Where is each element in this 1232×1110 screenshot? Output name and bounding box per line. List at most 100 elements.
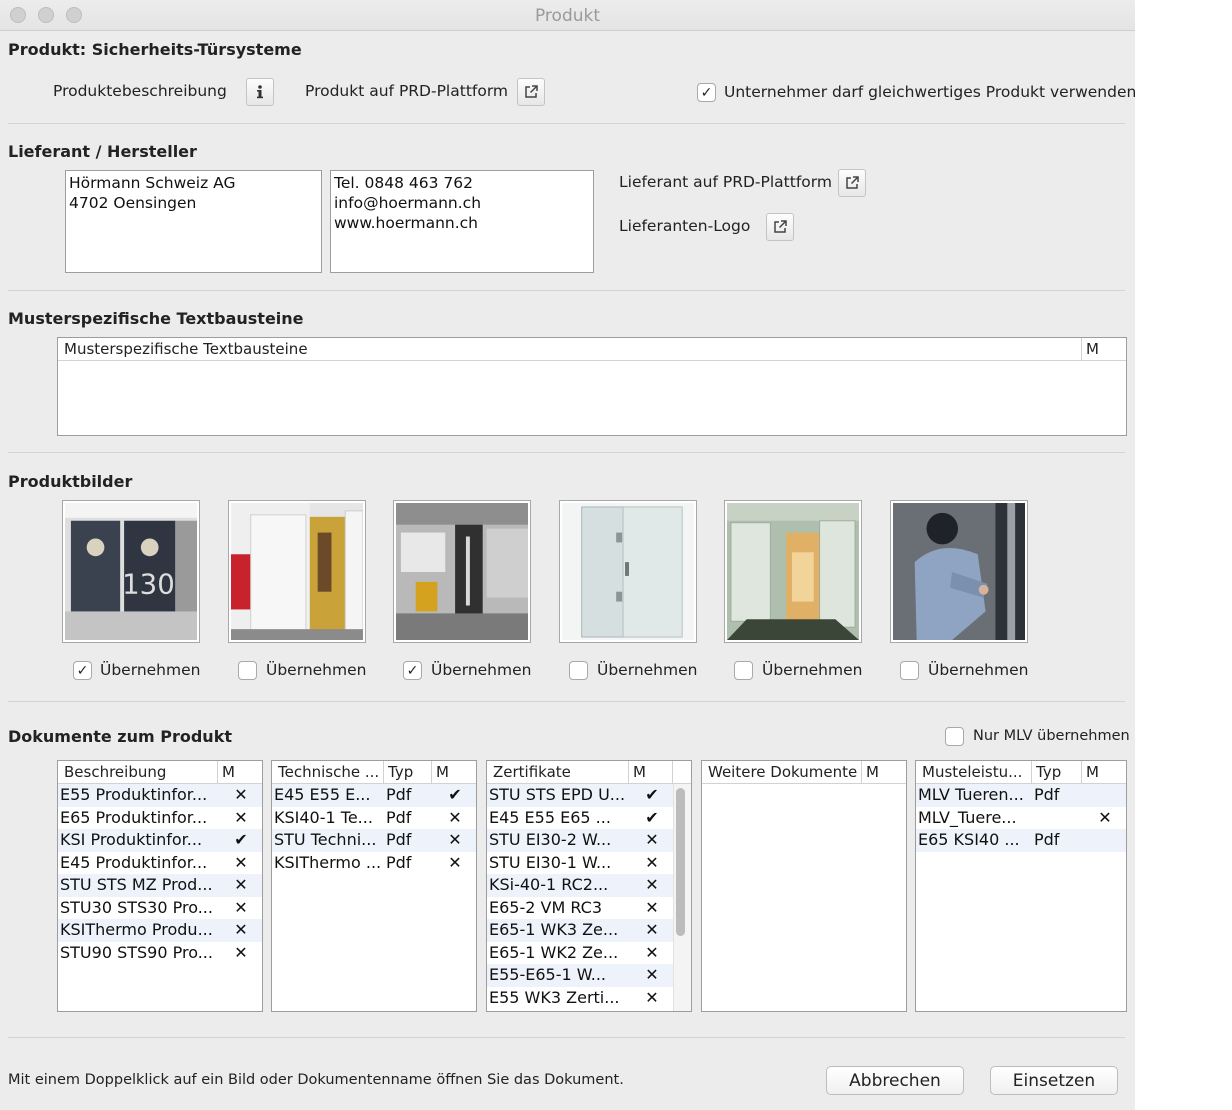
supplier-address-field[interactable]: Hörmann Schweiz AG 4702 Oensingen	[65, 170, 322, 273]
image-6-take-checkbox[interactable]	[900, 661, 919, 680]
image-4-take-checkbox[interactable]	[569, 661, 588, 680]
table-row[interactable]: KSIThermo Produ... ✕	[58, 919, 262, 942]
cell-name: KSIThermo ...	[274, 852, 382, 872]
column-header-name[interactable]: Weitere Dokumente	[702, 761, 862, 783]
table-row[interactable]: STU Techni... Pdf ✕	[272, 829, 476, 852]
cell-m: ✕	[645, 852, 659, 872]
column-header-type[interactable]: Typ	[1032, 761, 1082, 783]
equivalent-product-checkbox[interactable]: ✓	[697, 83, 716, 102]
descriptions-table[interactable]: Beschreibung M E55 Produktinfor... ✕ E65 P…	[57, 760, 263, 1012]
cell-name: KSi-40-1 RC2...	[489, 875, 609, 894]
table-row[interactable]: MLV_Tuere... ✕	[916, 807, 1126, 830]
mlv-only-checkbox[interactable]	[945, 727, 964, 746]
table-row[interactable]: STU STS EPD U... ✔	[487, 784, 691, 807]
column-header-m[interactable]: M	[1082, 338, 1126, 360]
table-row[interactable]: STU STS MZ Prod... ✕	[58, 874, 262, 897]
table-row[interactable]: STU30 STS30 Pro... ✕	[58, 897, 262, 920]
cell-m: ✕	[234, 920, 248, 939]
cell-name: E45 E55 E...	[274, 785, 371, 804]
table-row[interactable]: KSIThermo ... Pdf ✕	[272, 852, 476, 875]
table-row[interactable]: E55 WK3 Zerti... ✕	[487, 987, 691, 1010]
product-image-2[interactable]	[228, 500, 366, 643]
image-1-take-checkbox[interactable]: ✓	[73, 661, 92, 680]
supplier-contact-text: Tel. 0848 463 762 info@hoermann.ch www.h…	[334, 174, 482, 232]
cell-m: ✕	[234, 942, 248, 962]
cell-name: E65-1 WK2 Ze...	[489, 942, 619, 962]
scrollbar-thumb[interactable]	[676, 788, 685, 936]
product-platform-open-button[interactable]	[517, 78, 545, 106]
equivalent-product-label: Unternehmer darf gleichwertiges Produkt …	[724, 83, 1135, 101]
image-5-take-checkbox[interactable]	[734, 661, 753, 680]
column-header-m[interactable]: M	[629, 761, 673, 783]
table-row[interactable]: MLV Tueren... Pdf	[916, 784, 1126, 807]
cell-name: STU EI30-2 W...	[489, 830, 612, 849]
cell-name: E65-1 WK3 Ze...	[489, 920, 619, 939]
table-row[interactable]: E55-E65-1 W... ✕	[487, 964, 691, 987]
separator	[8, 701, 1125, 702]
table-row[interactable]: E45 Produktinfor... ✕	[58, 852, 262, 875]
column-header-m[interactable]: M	[218, 761, 262, 783]
table-row[interactable]: STU EI30-2 W... ✕	[487, 829, 691, 852]
cell-m: ✕	[645, 965, 659, 984]
table-row[interactable]: STU EI30-1 W... ✕	[487, 852, 691, 875]
table-row[interactable]: KSI Produktinfor... ✔	[58, 829, 262, 852]
image-3-take-checkbox[interactable]: ✓	[403, 661, 422, 680]
insert-button[interactable]: Einsetzen	[990, 1066, 1118, 1095]
cancel-button[interactable]: Abbrechen	[826, 1066, 964, 1095]
product-image-1[interactable]: 130	[62, 500, 200, 643]
column-header-m[interactable]: M	[862, 761, 906, 783]
column-header-name[interactable]: Beschreibung	[58, 761, 218, 783]
cell-m: ✕	[645, 987, 659, 1007]
table-row[interactable]: E65 Produktinfor... ✕	[58, 807, 262, 830]
table-row[interactable]: E65-2 VM RC3 ✕	[487, 897, 691, 920]
cell-name: MLV Tueren...	[918, 785, 1024, 804]
table-row[interactable]: KSi-40-1 RC2... ✕	[487, 874, 691, 897]
cell-m: ✕	[645, 875, 659, 894]
certificates-scrollbar[interactable]	[673, 784, 691, 1011]
image-2-take-checkbox[interactable]	[238, 661, 257, 680]
cell-type: Pdf	[1034, 785, 1060, 804]
table-row[interactable]: E45 E55 E... Pdf ✔	[272, 784, 476, 807]
supplier-logo-open-button[interactable]	[766, 213, 794, 241]
supplier-contact-field[interactable]: Tel. 0848 463 762 info@hoermann.ch www.h…	[330, 170, 594, 273]
product-images-heading: Produktbilder	[8, 472, 133, 491]
table-row[interactable]: E65-1 WK2 Ze... ✕	[487, 942, 691, 965]
column-header-m[interactable]: M	[1082, 761, 1126, 783]
product-description-info-button[interactable]	[246, 78, 274, 106]
cell-name: E45 Produktinfor...	[60, 852, 208, 872]
supplier-platform-open-button[interactable]	[838, 169, 866, 197]
certificates-table[interactable]: Zertifikate M STU STS EPD U... ✔ E45 E55 E…	[486, 760, 692, 1012]
table-header: Musterspezifische Textbausteine M	[58, 338, 1126, 361]
text-blocks-table[interactable]: Musterspezifische Textbausteine M	[57, 337, 1127, 436]
column-header-m[interactable]: M	[432, 761, 476, 783]
column-header-name[interactable]: Musterspezifische Textbausteine	[58, 338, 1082, 360]
product-image-5[interactable]	[724, 500, 862, 643]
further-docs-table[interactable]: Weitere Dokumente M	[701, 760, 907, 1012]
product-image-3[interactable]	[393, 500, 531, 643]
cell-m: ✕	[448, 807, 462, 827]
product-image-6[interactable]	[890, 500, 1028, 643]
column-header-type[interactable]: Typ	[384, 761, 432, 783]
table-row[interactable]: E55 Produktinfor... ✕	[58, 784, 262, 807]
table-row[interactable]: E45 E55 E65 ... ✔	[487, 807, 691, 830]
table-row[interactable]: STU90 STS90 Pro... ✕	[58, 942, 262, 965]
cell-m: ✕	[1098, 807, 1112, 827]
cell-m	[1082, 829, 1126, 852]
column-header-name[interactable]: Technische ...	[272, 761, 384, 783]
product-image-4[interactable]	[559, 500, 697, 643]
certificates-rows: STU STS EPD U... ✔ E45 E55 E65 ... ✔ STU EI3…	[487, 784, 691, 1009]
technical-docs-table[interactable]: Technische ... Typ M E45 E55 E... Pdf ✔ KSI…	[271, 760, 477, 1012]
table-row[interactable]: E65 KSI40 ... Pdf	[916, 829, 1126, 852]
table-header: Zertifikate M	[487, 761, 691, 784]
cell-name: E55-E65-1 W...	[489, 965, 606, 984]
info-icon	[257, 85, 263, 99]
cell-name: STU STS MZ Prod...	[60, 875, 213, 894]
column-header-name[interactable]: Musteleistu...	[916, 761, 1032, 783]
cell-m: ✕	[234, 807, 248, 827]
table-row[interactable]: E65-1 WK3 Ze... ✕	[487, 919, 691, 942]
cell-type: Pdf	[386, 785, 412, 804]
checkmark-icon: ✓	[700, 84, 713, 101]
model-specs-table[interactable]: Musteleistu... Typ M MLV Tueren... Pdf MLV…	[915, 760, 1127, 1012]
column-header-name[interactable]: Zertifikate	[487, 761, 629, 783]
table-row[interactable]: KSI40-1 Te... Pdf ✕	[272, 807, 476, 830]
